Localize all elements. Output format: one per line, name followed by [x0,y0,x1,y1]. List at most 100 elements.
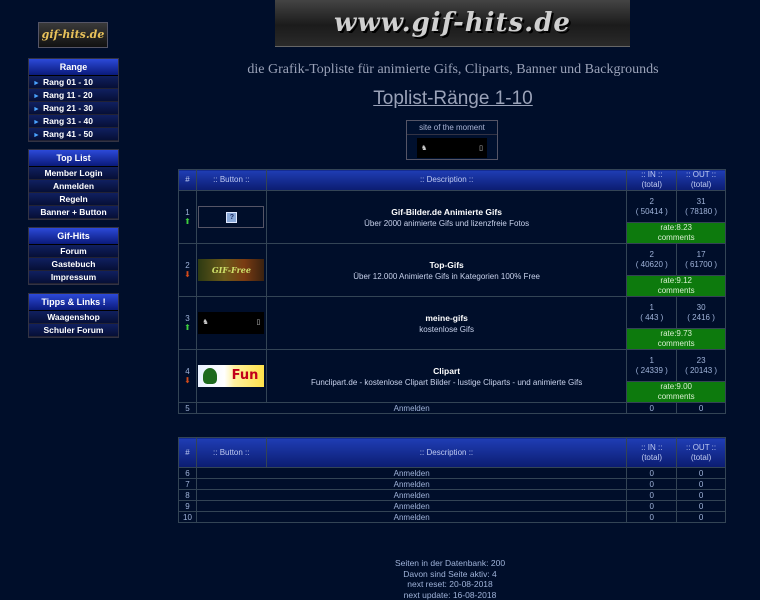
button-cell[interactable]: ? [195,190,267,244]
sotm-banner-image[interactable]: ♞ ▯ [417,138,487,158]
rate-cell[interactable]: rate:9.73 comments [626,328,726,350]
sidebar-link[interactable]: Rang 41 - 50 [43,129,93,139]
site-of-the-moment[interactable]: site of the moment ♞ ▯ [406,120,498,160]
header-description: :: Description :: [265,437,628,468]
sidebar-item-rang-11-20[interactable]: ► Rang 11 - 20 [29,89,118,102]
out-total: ( 78180 ) [685,206,718,216]
comments-link[interactable]: comments [658,339,695,348]
button-cell[interactable]: Fun [195,349,267,403]
rank-cell: 7 [178,478,197,490]
out-total: ( 2416 ) [687,312,715,322]
site-button-image[interactable]: Fun [198,365,265,387]
stats-pages-active: Davon sind Seite aktiv: 4 [403,568,497,579]
signup-cell[interactable]: Anmelden [195,478,628,490]
out-cell: 0 [676,511,726,523]
rate-cell[interactable]: rate:8.23 comments [626,222,726,244]
sidebar-item-rang-41-50[interactable]: ► Rang 41 - 50 [29,128,118,141]
out-cell: 0 [676,500,726,512]
site-button-image[interactable]: ? [198,206,265,228]
sidebar-link[interactable]: Schuler Forum [44,325,104,335]
header-button: :: Button :: [195,437,267,468]
sidebar-link[interactable]: Forum [60,246,86,256]
comments-link[interactable]: comments [658,233,695,242]
sidebar-item-waagenshop[interactable]: Waagenshop [29,311,118,324]
signup-cell[interactable]: Anmelden [195,511,628,523]
header-rank: # [178,169,197,191]
sidebar-item-member-login[interactable]: Member Login [29,167,118,180]
sidebar-item-regeln[interactable]: Regeln [29,193,118,206]
rank-cell: 2 ⬇ [178,243,197,297]
signup-link[interactable]: Anmelden [394,513,430,522]
arrow-right-icon: ► [33,80,40,87]
sidebar-link[interactable]: Regeln [59,194,87,204]
rate-cell[interactable]: rate:9.00 comments [626,381,726,403]
in-total: ( 24339 ) [635,365,668,375]
signup-cell[interactable]: Anmelden [195,467,628,479]
sidebar-item-anmelden[interactable]: Anmelden [29,180,118,193]
header-out-label: :: OUT :: [686,442,717,452]
signup-link[interactable]: Anmelden [394,502,430,511]
header-in-sub: (total) [641,452,662,462]
header-out-sub: (total) [690,452,712,462]
header-rank: # [178,437,197,468]
signup-link[interactable]: Anmelden [394,491,430,500]
sidebar-link[interactable]: Gastebuch [52,259,96,269]
sidebar-item-gastebuch[interactable]: Gastebuch [29,258,118,271]
sidebar-item-schuler-forum[interactable]: Schuler Forum [29,324,118,337]
header-description: :: Description :: [265,169,628,191]
sidebar-link[interactable]: Rang 21 - 30 [43,103,93,113]
in-total: ( 443 ) [640,312,664,322]
table-row: 4 ⬇ Fun Clipart Funclipart.de - kostenlose… [178,349,726,403]
in-cell: 0 [626,478,678,490]
site-name-link[interactable]: Gif-Bilder.de Animierte Gifs [267,207,627,217]
out-total: ( 61700 ) [685,259,718,269]
signup-link[interactable]: Anmelden [394,404,430,413]
sidebar-link[interactable]: Rang 01 - 10 [43,77,93,87]
signup-link[interactable]: Anmelden [394,469,430,478]
site-button-image[interactable]: GIF-Free [198,259,265,281]
rate-value: rate:9.73 [660,329,692,338]
site-logo[interactable]: gif-hits.de [38,22,108,48]
in-value: 2 [649,249,654,259]
sidebar-item-rang-01-10[interactable]: ► Rang 01 - 10 [29,76,118,89]
in-cell: 0 [626,402,678,414]
stats-next-update: next update: 16-08-2018 [403,589,497,600]
site-name-link[interactable]: Clipart [267,366,627,376]
sidebar-link[interactable]: Anmelden [53,181,94,191]
site-name-link[interactable]: Top-Gifs [267,260,627,270]
sidebar-item-rang-21-30[interactable]: ► Rang 21 - 30 [29,102,118,115]
header-banner[interactable]: www.gif-hits.de [275,0,630,47]
site-button-image[interactable]: ♞ ▯ [198,312,265,334]
sidebar-item-impressum[interactable]: Impressum [29,271,118,284]
sidebar-item-rang-31-40[interactable]: ► Rang 31 - 40 [29,115,118,128]
page-title[interactable]: Toplist-Ränge 1-10 [180,88,726,110]
sidebar-link[interactable]: Waagenshop [47,312,100,322]
sidebar-link[interactable]: Rang 31 - 40 [43,116,93,126]
sidebar-item-banner-button[interactable]: Banner + Button [29,206,118,219]
comments-link[interactable]: comments [658,286,695,295]
rank-number: 4 [185,367,190,376]
sidebar-link[interactable]: Banner + Button [40,207,106,217]
signup-cell[interactable]: Anmelden [195,489,628,501]
signup-cell[interactable]: Anmelden [195,402,628,414]
arrow-up-icon: ⬆ [184,217,191,226]
button-cell[interactable]: GIF-Free [195,243,267,297]
signup-cell[interactable]: Anmelden [195,500,628,512]
rate-value: rate:9.12 [660,276,692,285]
arrow-up-icon: ⬆ [184,323,191,332]
site-name-link[interactable]: meine-gifs [267,313,627,323]
sotm-label: site of the moment [407,121,497,135]
sidebar-link[interactable]: Rang 11 - 20 [43,90,93,100]
description-cell: meine-gifs kostenlose Gifs [265,296,628,350]
sidebar-link[interactable]: Member Login [44,168,102,178]
rate-cell[interactable]: rate:9.12 comments [626,275,726,297]
out-cell: 23( 20143 ) [676,349,726,382]
in-cell: 1( 24339 ) [626,349,678,382]
comments-link[interactable]: comments [658,392,695,401]
image-placeholder-icon: ? [226,212,238,223]
button-cell[interactable]: ♞ ▯ [195,296,267,350]
sidebar-link[interactable]: Impressum [51,272,96,282]
sidebar-item-forum[interactable]: Forum [29,245,118,258]
rank-cell: 8 [178,489,197,501]
signup-link[interactable]: Anmelden [394,480,430,489]
